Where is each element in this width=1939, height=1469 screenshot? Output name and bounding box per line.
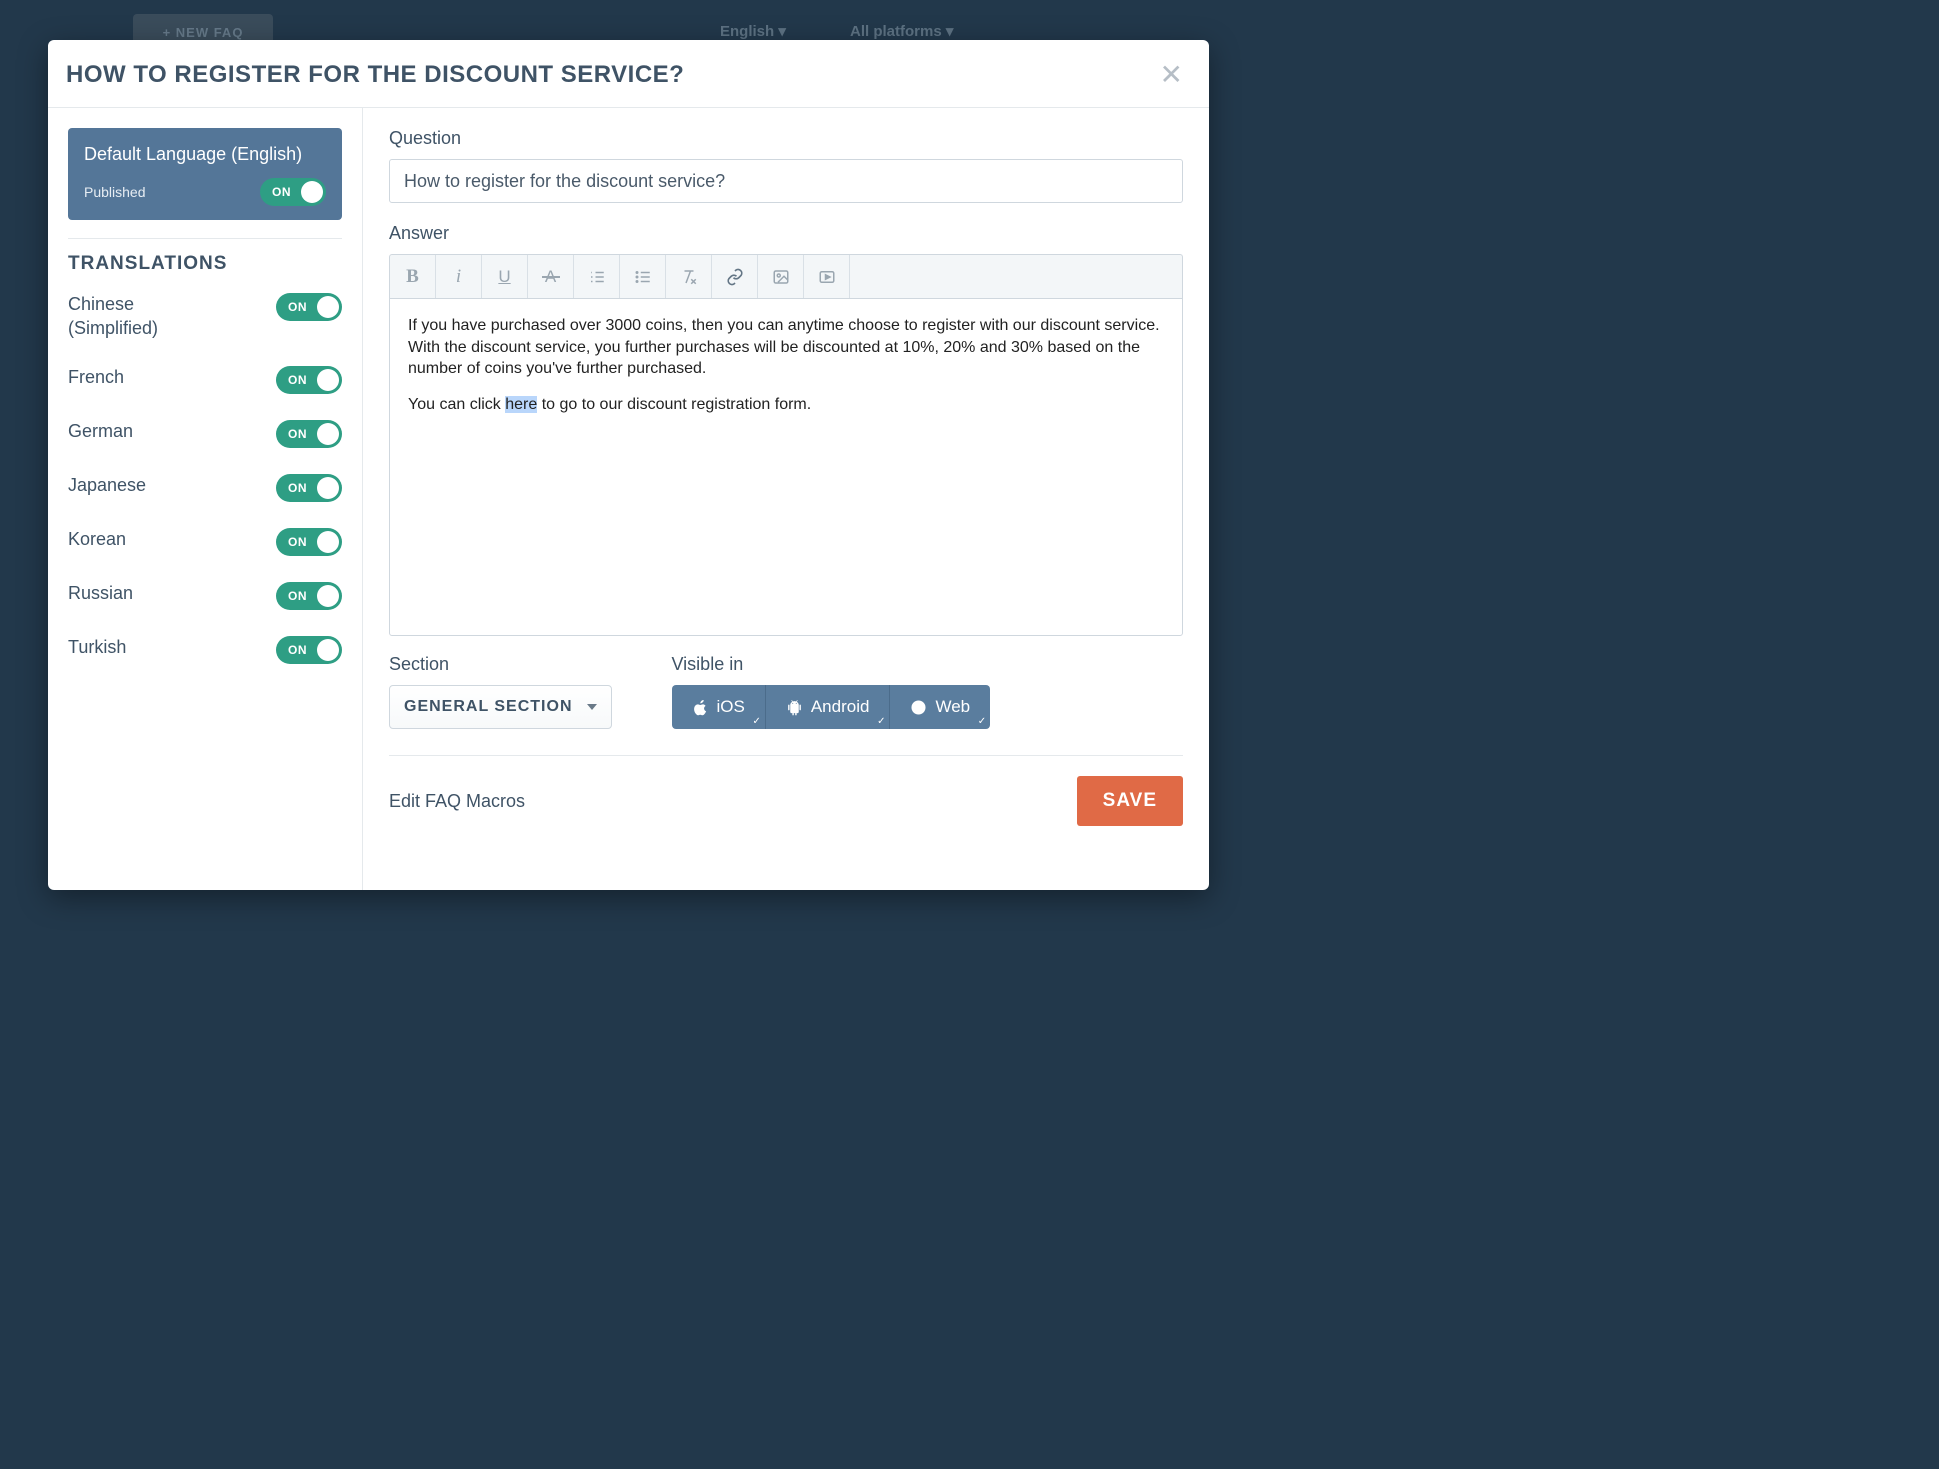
editor-toolbar: B i U A — [389, 254, 1183, 298]
answer-paragraph-1: If you have purchased over 3000 coins, t… — [408, 315, 1164, 380]
clear-format-button[interactable] — [666, 255, 712, 298]
underline-button[interactable]: U — [482, 255, 528, 298]
visible-in-label: Visible in — [672, 654, 991, 675]
lang-name: Japanese — [68, 474, 146, 497]
translations-header: TRANSLATIONS — [68, 253, 342, 275]
close-button[interactable]: ✕ — [1160, 58, 1183, 91]
section-select[interactable]: GENERAL SECTION — [389, 685, 612, 729]
lang-name: Chinese (Simplified) — [68, 293, 223, 340]
platform-web[interactable]: Web ✓ — [890, 685, 990, 729]
check-icon: ✓ — [978, 716, 986, 727]
bold-button[interactable]: B — [390, 255, 436, 298]
default-language-card[interactable]: Default Language (English) Published ON — [68, 128, 342, 220]
lang-toggle-russian[interactable]: ON — [276, 582, 342, 610]
modal-title: HOW TO REGISTER FOR THE DISCOUNT SERVICE… — [66, 61, 684, 89]
lang-name: French — [68, 366, 124, 389]
lang-toggle-french[interactable]: ON — [276, 366, 342, 394]
italic-button[interactable]: i — [436, 255, 482, 298]
faq-edit-modal: HOW TO REGISTER FOR THE DISCOUNT SERVICE… — [48, 40, 1209, 890]
link-button[interactable] — [712, 255, 758, 298]
ordered-list-button[interactable] — [574, 255, 620, 298]
bg-language-dropdown: English ▾ — [720, 22, 786, 40]
lang-row-turkish[interactable]: Turkish ON — [68, 636, 342, 664]
lang-row-german[interactable]: German ON — [68, 420, 342, 448]
save-button[interactable]: SAVE — [1077, 776, 1183, 826]
lang-toggle-japanese[interactable]: ON — [276, 474, 342, 502]
answer-label: Answer — [389, 223, 1183, 244]
question-input[interactable] — [389, 159, 1183, 203]
android-icon — [786, 699, 803, 716]
lang-row-french[interactable]: French ON — [68, 366, 342, 394]
strikethrough-button[interactable]: A — [528, 255, 574, 298]
lang-toggle-german[interactable]: ON — [276, 420, 342, 448]
question-label: Question — [389, 128, 1183, 149]
lang-row-chinese[interactable]: Chinese (Simplified) ON — [68, 293, 342, 340]
lang-name: Turkish — [68, 636, 126, 659]
platform-ios[interactable]: iOS ✓ — [672, 685, 766, 729]
platform-group: iOS ✓ Android ✓ Web ✓ — [672, 685, 991, 729]
lang-toggle-turkish[interactable]: ON — [276, 636, 342, 664]
lang-toggle-korean[interactable]: ON — [276, 528, 342, 556]
check-icon: ✓ — [877, 716, 885, 727]
toggle-knob — [301, 181, 323, 203]
answer-paragraph-2: You can click here to go to our discount… — [408, 394, 1164, 416]
lang-name: Korean — [68, 528, 126, 551]
lang-row-korean[interactable]: Korean ON — [68, 528, 342, 556]
main-panel: Question Answer B i U A — [363, 108, 1209, 890]
published-status: Published — [84, 184, 146, 200]
image-button[interactable] — [758, 255, 804, 298]
edit-faq-macros-link[interactable]: Edit FAQ Macros — [389, 791, 525, 812]
lang-name: Russian — [68, 582, 133, 605]
globe-icon — [910, 699, 927, 716]
default-language-title: Default Language (English) — [84, 142, 326, 166]
lang-row-russian[interactable]: Russian ON — [68, 582, 342, 610]
section-label: Section — [389, 654, 612, 675]
bg-platforms-dropdown: All platforms ▾ — [850, 22, 953, 40]
lang-name: German — [68, 420, 133, 443]
published-toggle[interactable]: ON — [260, 178, 326, 206]
lang-row-japanese[interactable]: Japanese ON — [68, 474, 342, 502]
sidebar: Default Language (English) Published ON … — [48, 108, 363, 890]
apple-icon — [692, 699, 709, 716]
lang-toggle-chinese[interactable]: ON — [276, 293, 342, 321]
video-button[interactable] — [804, 255, 850, 298]
unordered-list-button[interactable] — [620, 255, 666, 298]
check-icon: ✓ — [752, 716, 760, 727]
platform-android[interactable]: Android ✓ — [766, 685, 891, 729]
selected-text: here — [505, 396, 537, 413]
answer-editor[interactable]: If you have purchased over 3000 coins, t… — [389, 298, 1183, 636]
